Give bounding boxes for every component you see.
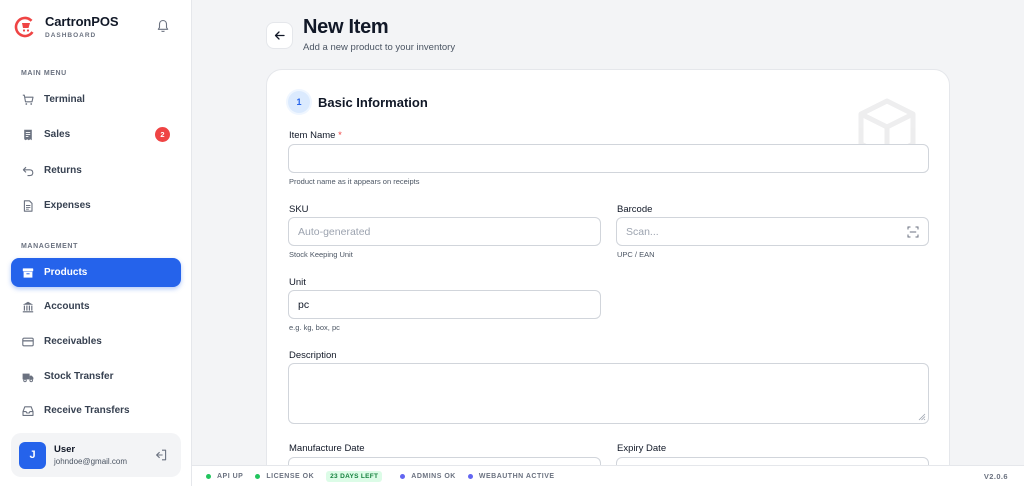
resize-handle-icon[interactable] (918, 413, 926, 421)
barcode-scan-icon[interactable] (907, 226, 919, 238)
status-bar: API UP LICENSE OK 23 DAYS LEFT ADMINS OK… (192, 465, 1024, 486)
sku-placeholder: Auto-generated (298, 225, 371, 238)
unit-label: Unit (289, 277, 306, 288)
user-card[interactable]: J User johndoe@gmail.com (11, 433, 181, 477)
version-label: V2.0.6 (983, 472, 1008, 481)
status-api: API UP (206, 473, 243, 480)
sidebar-item-label: Accounts (44, 301, 90, 312)
barcode-input[interactable]: Scan... (616, 217, 929, 246)
brand[interactable]: CartronPOS DASHBOARD (14, 14, 119, 39)
page-subtitle: Add a new product to your inventory (303, 42, 456, 53)
barcode-hint: UPC / EAN (617, 250, 655, 259)
brand-logo-icon (14, 16, 36, 37)
status-admins: ADMINS OK (400, 473, 456, 480)
page-title: New Item (303, 16, 389, 38)
sidebar-item-label: Returns (44, 165, 82, 176)
management-label: MANAGEMENT (21, 243, 78, 250)
status-dot (255, 473, 261, 479)
arrow-left-icon (274, 31, 285, 40)
sidebar-item-label: Products (44, 267, 88, 278)
sku-input[interactable]: Auto-generated (288, 217, 601, 246)
document-icon (22, 199, 34, 212)
truck-icon (22, 371, 34, 383)
main-menu-label: MAIN MENU (21, 70, 67, 77)
sidebar-item-receivables[interactable]: Receivables (11, 327, 181, 356)
box-icon (22, 267, 34, 279)
unit-hint: e.g. kg, box, pc (289, 323, 340, 332)
avatar: J (19, 441, 46, 469)
sidebar-item-label: Stock Transfer (44, 371, 114, 382)
status-webauthn: WEBAUTHN ACTIVE (467, 472, 555, 480)
barcode-placeholder: Scan... (626, 225, 659, 238)
sidebar-item-products[interactable]: Products (11, 258, 181, 287)
manufacture-date-label: Manufacture Date (289, 443, 365, 454)
item-name-label-text: Item Name (289, 130, 336, 141)
receipt-icon (22, 129, 34, 141)
sidebar: CartronPOS DASHBOARD MAIN MENU Terminal … (0, 0, 192, 486)
user-name: User (54, 444, 76, 455)
sidebar-item-label: Receive Transfers (44, 405, 130, 416)
cart-icon (22, 94, 34, 106)
status-webauthn-label: WEBAUTHN ACTIVE (478, 472, 555, 480)
required-mark: * (338, 130, 342, 141)
sku-hint: Stock Keeping Unit (289, 250, 353, 259)
expiry-date-label: Expiry Date (617, 443, 667, 454)
status-license: LICENSE OK (255, 473, 314, 480)
barcode-label: Barcode (617, 204, 653, 215)
inbox-icon (22, 405, 34, 417)
license-days-badge: 23 DAYS LEFT (326, 470, 383, 482)
step-number: 1 (288, 91, 310, 113)
user-email: johndoe@gmail.com (54, 457, 128, 466)
sidebar-item-label: Expenses (44, 200, 91, 211)
status-dot (467, 473, 473, 479)
sidebar-item-label: Receivables (44, 336, 102, 347)
bank-icon (22, 301, 34, 313)
description-label: Description (289, 350, 337, 361)
sidebar-item-label: Sales (44, 129, 71, 140)
card-icon (22, 336, 34, 348)
sales-count-badge: 2 (155, 127, 170, 142)
status-license-label: LICENSE OK (266, 472, 315, 480)
section-title: Basic Information (318, 95, 428, 110)
sku-label: SKU (289, 204, 309, 215)
back-button[interactable] (266, 22, 293, 49)
sidebar-item-accounts[interactable]: Accounts (11, 292, 181, 321)
brand-name: CartronPOS (45, 14, 119, 29)
item-name-input[interactable] (288, 144, 929, 173)
bell-icon[interactable] (157, 19, 169, 33)
status-dot (206, 473, 211, 479)
logout-icon[interactable] (155, 449, 167, 461)
sidebar-item-returns[interactable]: Returns (11, 156, 181, 185)
sidebar-item-receive-transfers[interactable]: Receive Transfers (11, 396, 181, 425)
unit-value: pc (298, 298, 310, 311)
sidebar-item-sales[interactable]: Sales 2 (11, 120, 181, 149)
status-api-label: API UP (217, 472, 244, 480)
return-arrow-icon (22, 165, 34, 177)
sidebar-item-stock-transfer[interactable]: Stock Transfer (11, 362, 181, 391)
sidebar-item-expenses[interactable]: Expenses (11, 191, 181, 220)
sidebar-item-label: Terminal (44, 94, 85, 105)
item-name-label: Item Name * (289, 130, 342, 141)
item-name-hint: Product name as it appears on receipts (289, 177, 420, 186)
unit-input[interactable]: pc (288, 290, 601, 319)
sidebar-item-terminal[interactable]: Terminal (11, 85, 181, 114)
brand-subtitle: DASHBOARD (45, 32, 97, 39)
description-textarea[interactable] (288, 363, 929, 424)
status-admins-label: ADMINS OK (411, 472, 456, 480)
basic-information-card: 1 Basic Information Item Name * Product … (266, 69, 950, 486)
status-dot (400, 473, 406, 479)
